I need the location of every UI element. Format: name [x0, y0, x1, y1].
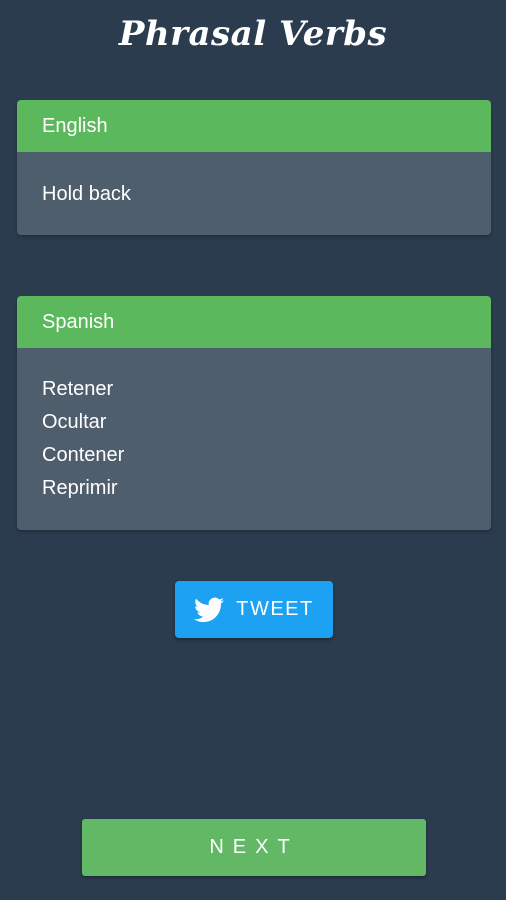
- tweet-button-label: TWEET: [236, 598, 314, 620]
- spanish-card: Spanish Retener Ocultar Contener Reprimi…: [17, 296, 491, 530]
- spanish-card-body: Retener Ocultar Contener Reprimir: [17, 348, 491, 530]
- spanish-translation: Retener: [42, 378, 114, 400]
- app-title: Phrasal Verbs: [118, 14, 388, 54]
- tweet-button[interactable]: TWEET: [175, 581, 333, 638]
- english-card: English Hold back: [17, 100, 491, 235]
- spanish-translation: Contener: [42, 444, 125, 466]
- english-card-body: Hold back: [17, 152, 491, 235]
- english-card-header: English: [17, 100, 491, 152]
- spanish-translation: Ocultar: [42, 411, 107, 433]
- twitter-bird-icon: [194, 597, 236, 623]
- spanish-card-header: Spanish: [17, 296, 491, 348]
- next-button[interactable]: NEXT: [82, 819, 426, 876]
- spanish-translation: Reprimir: [42, 477, 118, 499]
- english-phrase: Hold back: [42, 183, 131, 205]
